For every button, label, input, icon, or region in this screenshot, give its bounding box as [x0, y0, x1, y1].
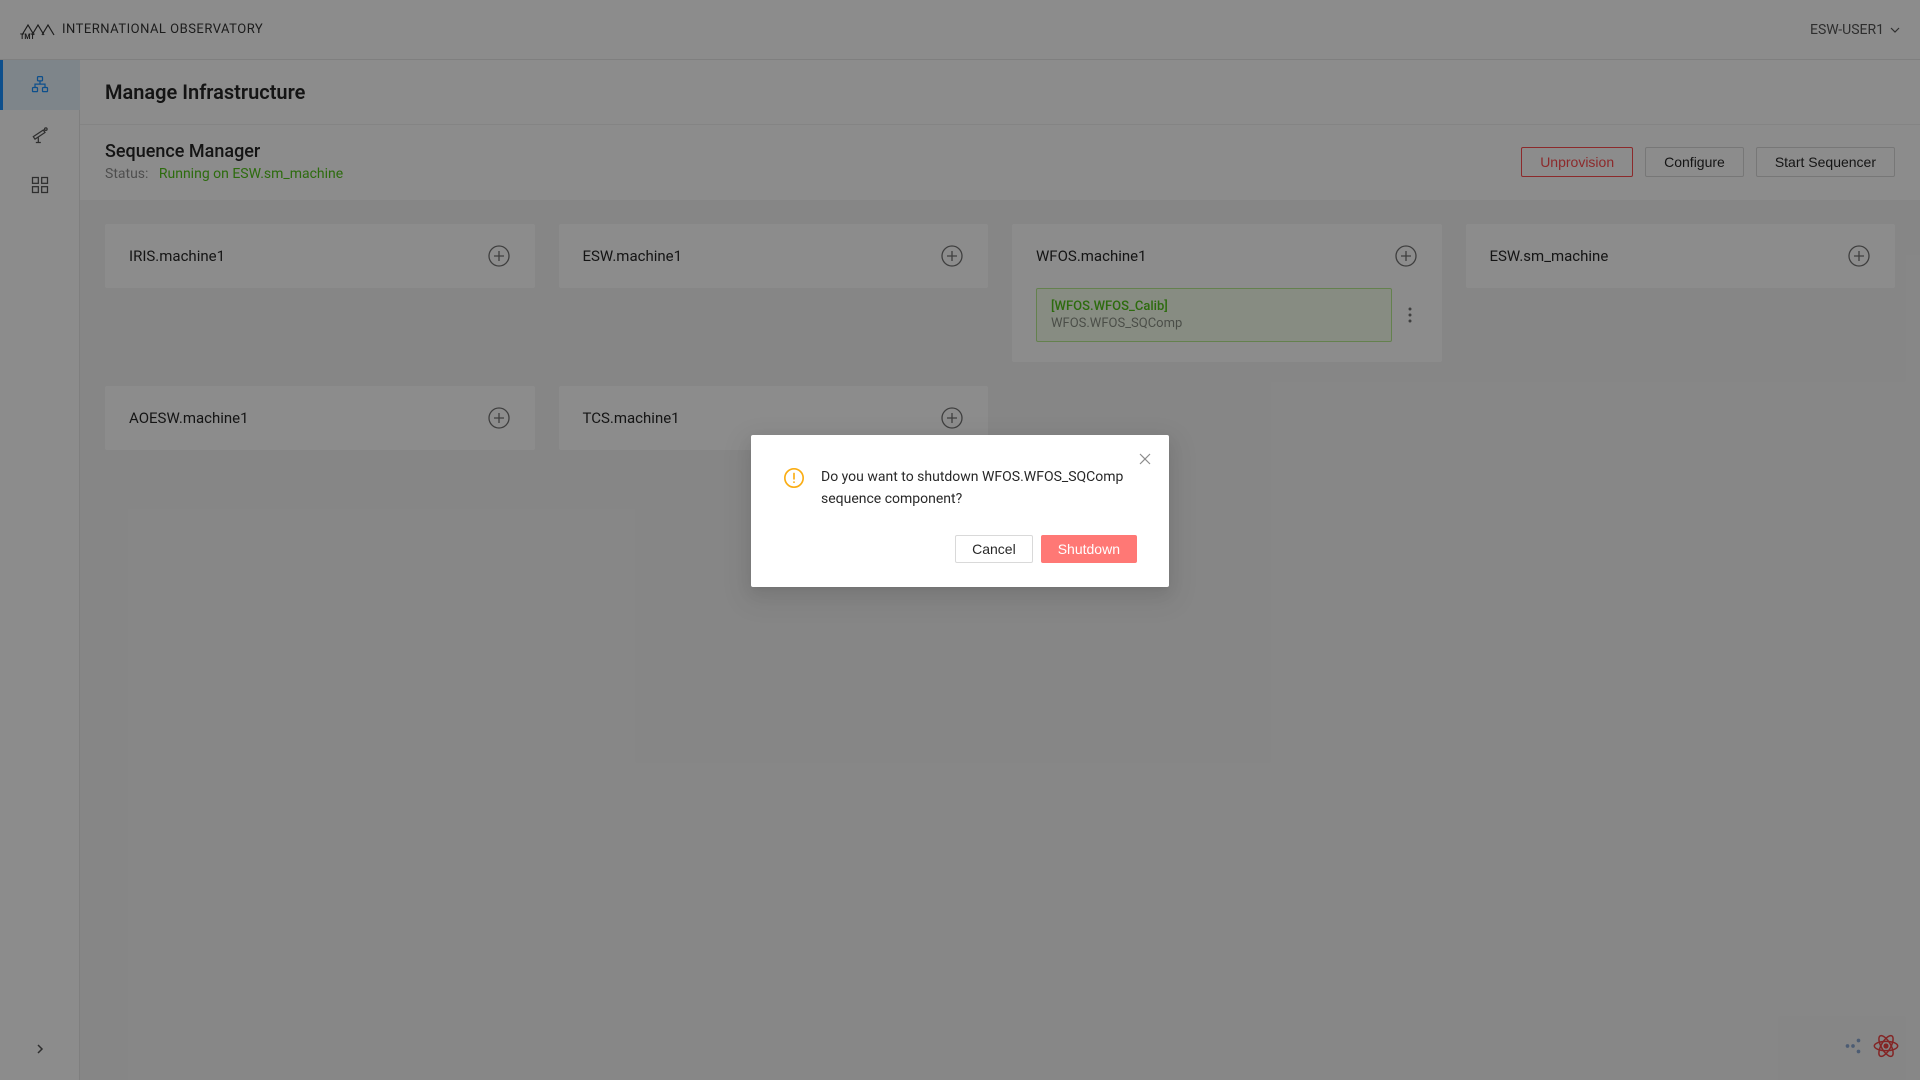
confirm-modal: Do you want to shutdown WFOS.WFOS_SQComp…: [751, 435, 1169, 587]
modal-message: Do you want to shutdown WFOS.WFOS_SQComp…: [821, 467, 1137, 511]
modal-overlay[interactable]: Do you want to shutdown WFOS.WFOS_SQComp…: [0, 0, 1920, 1080]
warning-icon: [783, 467, 805, 489]
close-icon[interactable]: [1137, 451, 1153, 467]
cancel-button[interactable]: Cancel: [955, 535, 1033, 563]
shutdown-button[interactable]: Shutdown: [1041, 535, 1137, 563]
